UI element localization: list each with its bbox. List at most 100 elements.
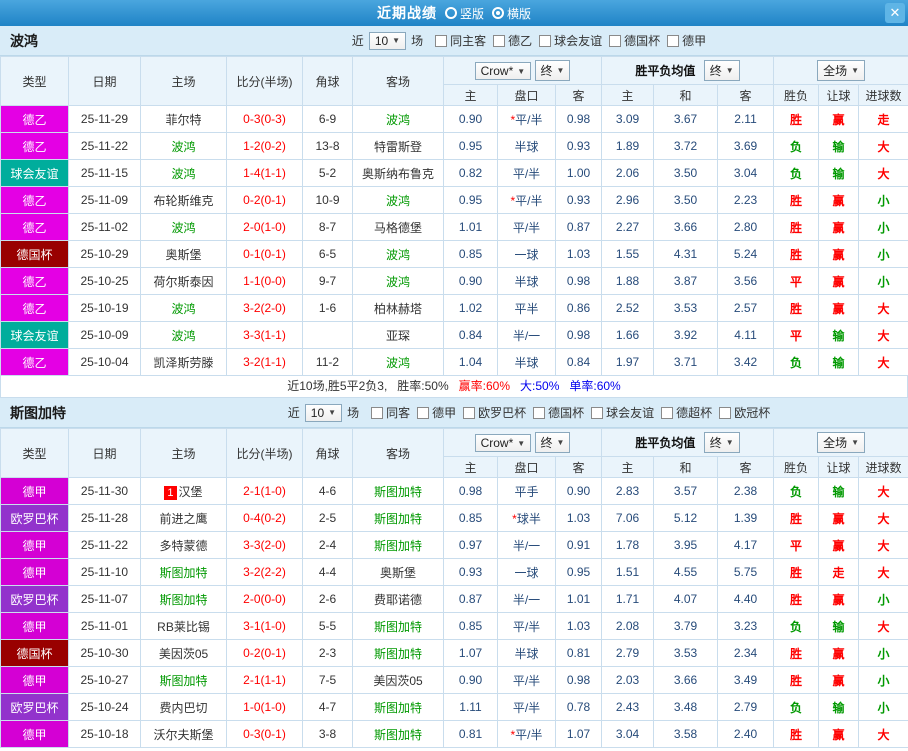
checkbox-icon[interactable] [533, 406, 546, 419]
avg-odds-label: 胜平负均值 [635, 436, 696, 450]
chevron-down-icon: ▼ [517, 66, 526, 76]
match-row: 欧罗巴杯 25-10-24 费内巴切 1-0(1-0) 4-7 斯图加特 1.1… [0, 693, 908, 721]
match-score: 2-1(1-1) [226, 666, 303, 694]
filter-checkbox[interactable]: 德国杯 [533, 404, 584, 421]
checkbox-icon[interactable] [435, 34, 448, 47]
filter-checkbox[interactable]: 球会友谊 [591, 404, 654, 421]
home-team: 费内巴切 [140, 693, 227, 721]
match-row: 德国杯 25-10-30 美因茨05 0-2(0-1) 2-3 斯图加特 1.0… [0, 639, 908, 667]
team-label: 斯图加特 [373, 727, 422, 742]
team-label: 波鸿 [385, 355, 410, 370]
match-count-select[interactable]: 10 ▼ [304, 403, 343, 422]
summary-segment: 单率:60% [569, 379, 621, 393]
final-avg-select[interactable]: 终 ▼ [703, 60, 740, 81]
final-avg-select[interactable]: 终 ▼ [703, 432, 740, 453]
result-cell: 负 [773, 693, 820, 721]
checkbox-icon[interactable] [609, 34, 622, 47]
team-label: 沃尔夫斯堡 [153, 727, 214, 742]
filter-checkboxes: 同主客 德乙 球会友谊 德国杯 德甲 [428, 32, 706, 49]
away-team: 斯图加特 [352, 693, 444, 721]
match-row: 德甲 25-11-01 RB莱比锡 3-1(1-0) 5-5 斯图加特 0.85… [0, 612, 908, 640]
avg-lose: 4.40 [717, 585, 775, 613]
layout-vertical-radio[interactable]: 竖版 [444, 5, 484, 22]
avg-win: 2.52 [601, 294, 655, 322]
avg-draw: 3.53 [653, 639, 719, 667]
corner-score: 2-4 [302, 531, 353, 559]
filter-checkbox[interactable]: 球会友谊 [539, 32, 602, 49]
bookmaker-select[interactable]: Crow* ▼ [474, 62, 532, 80]
col-corner: 角球 [302, 428, 353, 478]
bookmaker-select[interactable]: Crow* ▼ [474, 434, 532, 452]
asian-result-cell: 赢 [818, 666, 860, 694]
result-cell: 胜 [773, 105, 820, 133]
match-date: 25-10-19 [68, 294, 141, 322]
team-label: 波鸿 [171, 301, 196, 316]
team-header-bar: 波鸿 近 10 ▼ 场 同主客 德乙 球会友谊 德国杯 德甲 [0, 26, 908, 56]
filter-checkbox[interactable]: 德甲 [417, 404, 456, 421]
filter-checkbox[interactable]: 同主客 [435, 32, 486, 49]
filter-checkboxes: 同客 德甲 欧罗巴杯 德国杯 球会友谊 德超杯 欧冠杯 [364, 404, 770, 421]
team-label: 多特蒙德 [159, 538, 208, 553]
avg-draw: 4.31 [653, 240, 719, 268]
checkbox-icon[interactable] [493, 34, 506, 47]
matches-table: 类型 日期 主场 比分(半场) 角球 客场 Crow* ▼ 终 ▼ 胜平负均值 终 ▼ [0, 428, 908, 748]
filter-label: 同客 [386, 406, 411, 420]
team-label: 亚琛 [385, 328, 410, 343]
result-cell: 胜 [773, 504, 820, 532]
filter-checkbox[interactable]: 德甲 [667, 32, 706, 49]
checkbox-icon[interactable] [371, 406, 384, 419]
filter-checkbox[interactable]: 欧冠杯 [719, 404, 770, 421]
checkbox-icon[interactable] [539, 34, 552, 47]
team-label: 斯图加特 [373, 511, 422, 526]
corner-score: 13-8 [302, 132, 353, 160]
avg-draw: 3.67 [653, 105, 719, 133]
match-score: 3-3(1-1) [226, 321, 303, 349]
filter-checkbox[interactable]: 德超杯 [661, 404, 712, 421]
filter-bar: 近 10 ▼ 场 同主客 德乙 球会友谊 德国杯 德甲 [160, 31, 898, 50]
match-count-select[interactable]: 10 ▼ [368, 31, 407, 50]
favorite-star: * [510, 193, 516, 208]
odds-dropdowns-cell: Crow* ▼ 终 ▼ [442, 428, 603, 457]
avg-win: 1.88 [601, 267, 655, 295]
close-button[interactable]: ✕ [885, 3, 905, 23]
match-score: 0-3(0-3) [226, 105, 303, 133]
checkbox-icon[interactable] [719, 406, 732, 419]
team-label: 斯图加特 [373, 700, 422, 715]
chevron-down-icon: ▼ [556, 66, 565, 75]
away-team: 波鸿 [352, 267, 444, 295]
league-badge: 欧罗巴杯 [0, 585, 69, 613]
filter-checkbox[interactable]: 德国杯 [609, 32, 660, 49]
goals-result-cell: 大 [858, 477, 908, 505]
away-odds: 1.03 [554, 504, 603, 532]
result-cell: 胜 [773, 294, 820, 322]
team-label: 柏林赫塔 [373, 301, 422, 316]
final-odds-select[interactable]: 终 ▼ [534, 60, 571, 81]
away-team: 波鸿 [352, 186, 444, 214]
checkbox-icon[interactable] [417, 406, 430, 419]
checkbox-icon[interactable] [661, 406, 674, 419]
match-date: 25-11-02 [68, 213, 141, 241]
league-badge: 德甲 [0, 477, 69, 505]
checkbox-icon[interactable] [591, 406, 604, 419]
away-team: 斯图加特 [352, 477, 444, 505]
home-odds: 0.95 [443, 132, 498, 160]
filter-checkbox[interactable]: 同客 [371, 404, 410, 421]
avg-win: 1.97 [601, 348, 655, 376]
goals-result-cell: 大 [858, 531, 908, 559]
layout-horizontal-radio[interactable]: 横版 [492, 5, 531, 22]
avg-lose: 3.49 [717, 666, 775, 694]
goals-result-cell: 大 [858, 132, 908, 160]
checkbox-icon[interactable] [667, 34, 680, 47]
match-scope-select[interactable]: 全场 ▼ [817, 432, 866, 453]
avg-win: 2.96 [601, 186, 655, 214]
match-date: 25-11-30 [68, 477, 141, 505]
summary-segment: 大:50% [520, 379, 560, 393]
handicap: *平/半 [497, 720, 556, 748]
match-scope-select[interactable]: 全场 ▼ [817, 60, 866, 81]
result-cell: 平 [773, 531, 820, 559]
filter-checkbox[interactable]: 欧罗巴杯 [463, 404, 526, 421]
checkbox-icon[interactable] [463, 406, 476, 419]
filter-checkbox[interactable]: 德乙 [493, 32, 532, 49]
match-date: 25-10-25 [68, 267, 141, 295]
final-odds-select[interactable]: 终 ▼ [534, 432, 571, 453]
